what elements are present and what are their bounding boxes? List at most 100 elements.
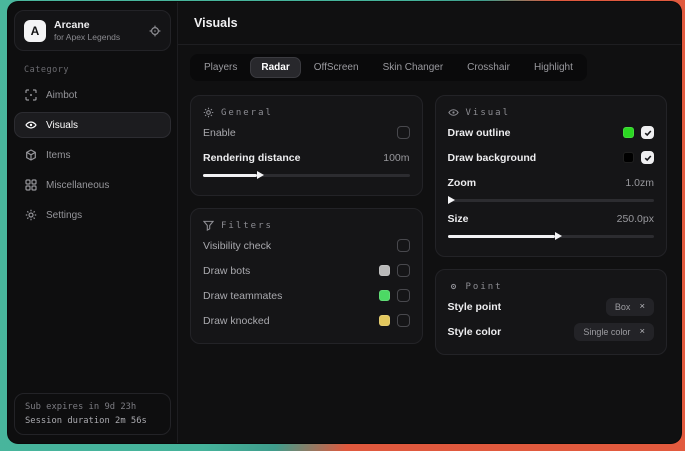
close-icon[interactable]: ×	[639, 302, 645, 312]
size-value: 250.0px	[617, 213, 654, 225]
app-logo: A	[24, 20, 46, 42]
draw-background-label: Draw background	[448, 152, 537, 164]
main-panel: Visuals Players Radar OffScreen Skin Cha…	[178, 2, 681, 443]
app-name: Arcane	[54, 19, 120, 31]
size-row: Size 250.0px	[448, 208, 655, 229]
content-area: General Enable Rendering distance 100m	[178, 87, 681, 443]
draw-bots-color-swatch[interactable]	[379, 265, 390, 276]
sidebar-item-visuals[interactable]: Visuals	[14, 112, 171, 138]
draw-knocked-checkbox[interactable]	[397, 314, 410, 327]
draw-outline-row: Draw outline	[448, 122, 655, 143]
draw-knocked-label: Draw knocked	[203, 315, 270, 327]
size-label: Size	[448, 213, 469, 225]
sidebar-item-settings[interactable]: Settings	[14, 202, 171, 228]
general-card-header: General	[203, 107, 410, 118]
draw-bots-checkbox[interactable]	[397, 264, 410, 277]
draw-teammates-checkbox[interactable]	[397, 289, 410, 302]
slider-thumb-icon[interactable]	[448, 196, 455, 204]
rendering-distance-label: Rendering distance	[203, 152, 300, 164]
gear-icon	[203, 107, 214, 118]
sidebar-item-miscellaneous[interactable]: Miscellaneous	[14, 172, 171, 198]
draw-teammates-label: Draw teammates	[203, 290, 282, 302]
sidebar: A Arcane for Apex Legends Category Aimbo	[8, 2, 178, 443]
visual-card: Visual Draw outline Draw background	[435, 95, 668, 257]
target-icon[interactable]	[149, 25, 161, 37]
check-icon	[645, 131, 651, 135]
zoom-row: Zoom 1.0zm	[448, 172, 655, 193]
rendering-distance-slider[interactable]	[203, 171, 410, 179]
tabs-row: Players Radar OffScreen Skin Changer Cro…	[178, 45, 681, 87]
enable-label: Enable	[203, 127, 236, 139]
zoom-slider[interactable]	[448, 196, 655, 204]
tab-radar[interactable]: Radar	[250, 57, 300, 78]
style-color-label: Style color	[448, 326, 502, 338]
slider-thumb-icon[interactable]	[257, 171, 264, 179]
draw-teammates-color-swatch[interactable]	[379, 290, 390, 301]
tab-highlight[interactable]: Highlight	[523, 57, 584, 78]
sidebar-item-label: Items	[46, 150, 70, 161]
visibility-check-label: Visibility check	[203, 240, 271, 252]
general-card: General Enable Rendering distance 100m	[190, 95, 423, 196]
draw-outline-label: Draw outline	[448, 127, 511, 139]
section-title: General	[221, 108, 273, 118]
main-header: Visuals	[178, 2, 681, 45]
page-title: Visuals	[194, 16, 238, 30]
style-point-select[interactable]: Box ×	[606, 298, 654, 316]
draw-outline-checkbox[interactable]	[641, 126, 654, 139]
enable-checkbox[interactable]	[397, 126, 410, 139]
point-card-header: Point	[448, 281, 655, 292]
grid-icon	[25, 179, 37, 191]
sidebar-item-label: Miscellaneous	[46, 180, 109, 191]
right-column: Visual Draw outline Draw background	[435, 95, 668, 355]
zoom-value: 1.0zm	[625, 177, 654, 189]
app-window: A Arcane for Apex Legends Category Aimbo	[8, 2, 681, 443]
draw-background-checkbox[interactable]	[641, 151, 654, 164]
brand-card: A Arcane for Apex Legends	[14, 10, 171, 51]
point-card: Point Style point Box × Style color Sing…	[435, 269, 668, 355]
size-slider[interactable]	[448, 232, 655, 240]
funnel-icon	[203, 220, 214, 231]
filters-card: Filters Visibility check Draw bots	[190, 208, 423, 344]
check-icon	[645, 156, 651, 160]
close-icon[interactable]: ×	[639, 327, 645, 337]
style-color-select[interactable]: Single color ×	[574, 323, 654, 341]
section-title: Filters	[221, 221, 273, 231]
tab-offscreen[interactable]: OffScreen	[303, 57, 370, 78]
rendering-distance-value: 100m	[383, 152, 409, 164]
zoom-label: Zoom	[448, 177, 477, 189]
section-title: Point	[466, 282, 503, 292]
sidebar-item-aimbot[interactable]: Aimbot	[14, 82, 171, 108]
draw-bots-label: Draw bots	[203, 265, 250, 277]
style-color-value: Single color	[583, 327, 630, 337]
visibility-check-checkbox[interactable]	[397, 239, 410, 252]
visibility-check-row: Visibility check	[203, 235, 410, 256]
session-duration-text: Session duration 2m 56s	[25, 416, 160, 426]
left-column: General Enable Rendering distance 100m	[190, 95, 423, 344]
sidebar-item-label: Aimbot	[46, 90, 77, 101]
sidebar-item-label: Visuals	[46, 120, 78, 131]
draw-bots-row: Draw bots	[203, 260, 410, 281]
tab-players[interactable]: Players	[193, 57, 248, 78]
draw-knocked-color-swatch[interactable]	[379, 315, 390, 326]
tab-skin-changer[interactable]: Skin Changer	[372, 57, 455, 78]
session-info-card: Sub expires in 9d 23h Session duration 2…	[14, 393, 171, 435]
slider-thumb-icon[interactable]	[555, 232, 562, 240]
point-icon	[448, 281, 459, 292]
draw-background-row: Draw background	[448, 147, 655, 168]
filters-card-header: Filters	[203, 220, 410, 231]
draw-background-color-swatch[interactable]	[623, 152, 634, 163]
style-point-row: Style point Box ×	[448, 296, 655, 317]
app-subtitle: for Apex Legends	[54, 32, 120, 42]
tab-crosshair[interactable]: Crosshair	[456, 57, 521, 78]
eye-icon	[448, 107, 459, 118]
brand-text: Arcane for Apex Legends	[54, 19, 120, 42]
draw-teammates-row: Draw teammates	[203, 285, 410, 306]
cube-icon	[25, 149, 37, 161]
sub-expires-text: Sub expires in 9d 23h	[25, 402, 160, 412]
draw-outline-color-swatch[interactable]	[623, 127, 634, 138]
style-point-label: Style point	[448, 301, 502, 313]
sidebar-item-items[interactable]: Items	[14, 142, 171, 168]
rendering-distance-row: Rendering distance 100m	[203, 147, 410, 168]
enable-row: Enable	[203, 122, 410, 143]
draw-knocked-row: Draw knocked	[203, 310, 410, 331]
